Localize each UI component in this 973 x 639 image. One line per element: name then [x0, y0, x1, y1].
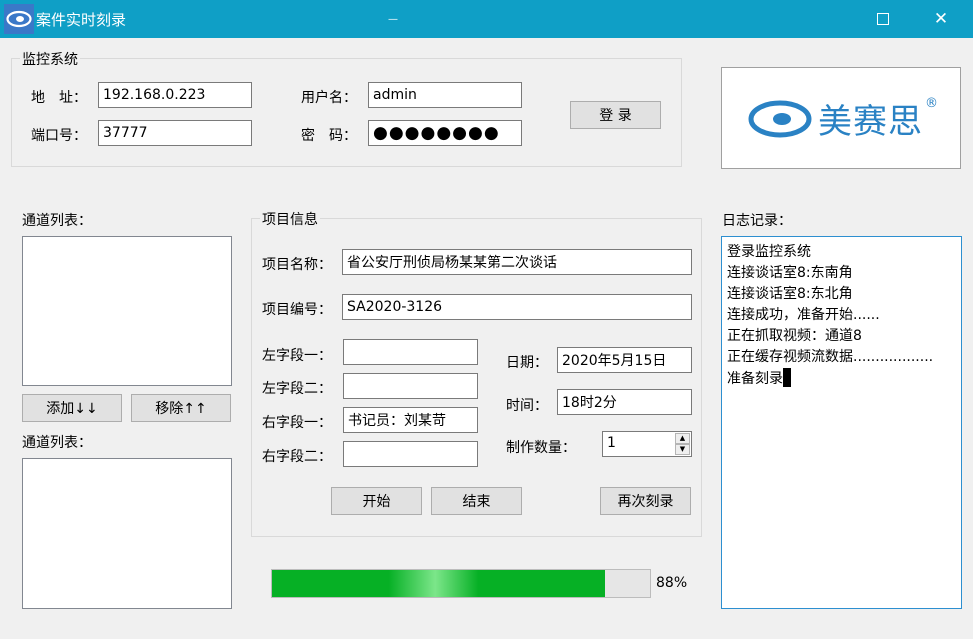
log-line: 准备刻录 — [727, 368, 956, 390]
log-textarea[interactable]: 登录监控系统连接谈话室8:东南角 连接谈话室8:东北角连接成功，准备开始.....… — [721, 236, 962, 609]
registered-mark: ® — [925, 96, 938, 111]
count-value: 1 — [607, 435, 616, 451]
port-input[interactable] — [98, 120, 252, 146]
project-name-label: 项目名称： — [262, 257, 332, 273]
log-line: 正在抓取视频：通道8 — [727, 328, 862, 344]
project-group-title: 项目信息 — [260, 209, 320, 229]
port-label: 端口号： — [31, 128, 87, 144]
text-caret — [783, 368, 791, 387]
log-line: 连接谈话室8:东南角 — [727, 265, 853, 281]
right-field-2-input[interactable] — [343, 441, 478, 467]
password-label: 密 码： — [301, 128, 357, 144]
password-input[interactable]: ●●●●●●●● — [368, 120, 522, 146]
right-field-1-label: 右字段一： — [262, 415, 332, 431]
title-bar: 案件实时刻录 — ✕ — [0, 0, 973, 38]
progress-bar — [271, 569, 651, 598]
log-line: 正在缓存视频流数据.................. — [727, 349, 934, 365]
monitor-group-title: 监控系统 — [20, 49, 80, 69]
right-field-2-label: 右字段二： — [262, 449, 332, 465]
username-input[interactable] — [368, 82, 522, 108]
start-button[interactable]: 开始 — [331, 487, 422, 515]
log-label: 日志记录： — [722, 213, 792, 229]
date-label: 日期： — [506, 355, 548, 371]
username-label: 用户名： — [301, 90, 357, 106]
count-stepper[interactable]: 1 ▲ ▼ — [602, 431, 692, 457]
progress-percent: 88% — [656, 575, 688, 591]
left-field-1-label: 左字段一： — [262, 348, 332, 364]
stepper-buttons: ▲ ▼ — [675, 433, 690, 455]
project-name-input[interactable] — [342, 249, 692, 275]
brand-logo-icon — [748, 100, 812, 138]
window-title: 案件实时刻录 — [36, 11, 127, 29]
project-code-label: 项目编号： — [262, 302, 332, 318]
left-field-1-input[interactable] — [343, 339, 478, 365]
brand-logo-panel: 美赛思 ® — [721, 67, 961, 169]
add-channel-button[interactable]: 添加↓↓ — [22, 394, 122, 422]
time-label: 时间： — [506, 398, 548, 414]
project-code-input[interactable] — [342, 294, 692, 320]
address-label: 地 址： — [31, 90, 87, 106]
end-button[interactable]: 结束 — [431, 487, 522, 515]
channel-list-2[interactable] — [22, 458, 232, 609]
count-label: 制作数量： — [506, 440, 576, 456]
brand-name: 美赛思 — [818, 102, 923, 142]
channel-list-1[interactable] — [22, 236, 232, 386]
maximize-icon — [877, 13, 889, 25]
channel-list-1-label: 通道列表： — [22, 213, 92, 229]
channel-list-2-label: 通道列表： — [22, 435, 92, 451]
log-line: 登录监控系统 — [727, 244, 811, 260]
maximize-button[interactable] — [858, 0, 908, 38]
log-line: 连接成功，准备开始...... — [727, 307, 880, 323]
remove-channel-button[interactable]: 移除↑↑ — [131, 394, 231, 422]
decrement-arrow-icon[interactable]: ▼ — [675, 444, 690, 455]
app-logo-icon — [4, 4, 34, 34]
address-input[interactable] — [98, 82, 252, 108]
time-input[interactable] — [557, 389, 692, 415]
date-input[interactable] — [557, 347, 692, 373]
minimize-button[interactable]: — — [368, 0, 418, 38]
log-line: 连接谈话室8:东北角 — [727, 286, 853, 302]
increment-arrow-icon[interactable]: ▲ — [675, 433, 690, 444]
left-field-2-input[interactable] — [343, 373, 478, 399]
close-icon: ✕ — [933, 9, 949, 29]
reburn-button[interactable]: 再次刻录 — [600, 487, 691, 515]
right-field-1-input[interactable] — [343, 407, 478, 433]
minimize-icon: — — [388, 13, 398, 25]
left-field-2-label: 左字段二： — [262, 381, 332, 397]
progress-fill — [272, 570, 605, 597]
close-button[interactable]: ✕ — [916, 0, 966, 38]
login-button[interactable]: 登 录 — [570, 101, 661, 129]
